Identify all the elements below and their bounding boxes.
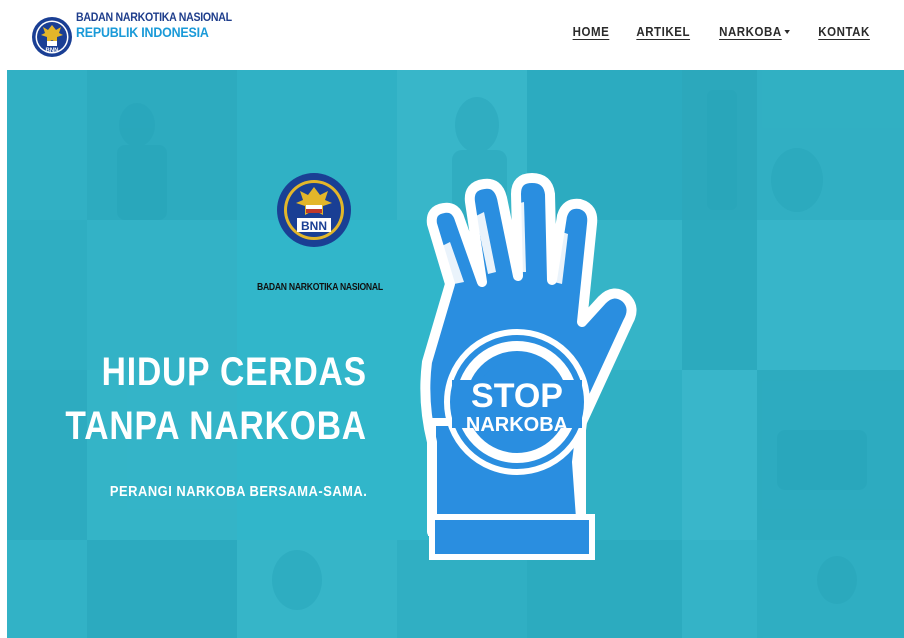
hero-headline: HIDUP CERDAS TANPA NARKOBA: [66, 345, 367, 453]
nav-narkoba-label: NARKOBA: [718, 25, 782, 39]
nav-artikel[interactable]: ARTIKEL: [637, 25, 691, 39]
narkoba-text: NARKOBA: [466, 414, 568, 436]
nav-artikel-label: ARTIKEL: [636, 25, 691, 39]
site-header: BNN BADAN NARKOTIKA NASIONAL REPUBLIK IN…: [0, 0, 904, 70]
bnn-emblem-large-icon: BNN: [275, 155, 353, 265]
nav-home[interactable]: HOME: [573, 25, 610, 39]
hero-banner: BNN BADAN NARKOTIKA NASIONAL HIDUP CERDA…: [7, 70, 904, 638]
brand-link[interactable]: BNN BADAN NARKOTIKA NASIONAL REPUBLIK IN…: [30, 3, 245, 65]
headline-line-1: HIDUP CERDAS: [101, 350, 367, 394]
stop-hand-icon: STOP NARKOBA: [392, 172, 642, 592]
headline-line-2: TANPA NARKOBA: [65, 404, 367, 448]
caret-down-icon: [784, 30, 790, 34]
bnn-emblem-icon: BNN: [30, 3, 74, 65]
hero-subline: PERANGI NARKOBA BERSAMA-SAMA.: [109, 483, 367, 500]
bnn-emblem-caption: BADAN NARKOTIKA NASIONAL: [257, 282, 383, 293]
svg-text:BNN: BNN: [46, 48, 59, 54]
nav-kontak[interactable]: KONTAK: [818, 25, 870, 39]
nav-home-label: HOME: [573, 25, 610, 39]
stop-text: STOP: [471, 377, 563, 415]
bnn-emblem-text: BNN: [301, 219, 327, 233]
nav-kontak-label: KONTAK: [818, 25, 870, 39]
brand-subtitle: REPUBLIK INDONESIA: [76, 24, 209, 40]
main-nav: HOME ARTIKEL NARKOBA KONTAK: [548, 25, 872, 39]
brand-name: BADAN NARKOTIKA NASIONAL: [76, 12, 232, 24]
nav-narkoba-dropdown[interactable]: NARKOBA: [719, 25, 790, 39]
